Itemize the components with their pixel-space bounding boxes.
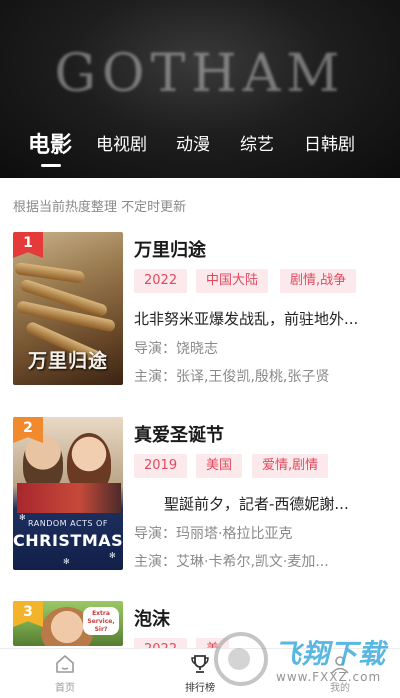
ranking-notice: 根据当前热度整理 不定时更新 (13, 200, 187, 215)
movie-director: 导演：玛丽塔·格拉比亚克 (134, 526, 293, 542)
genre-tag: 爱情,剧情 (252, 454, 329, 478)
snowflake-icon: ✻ (63, 557, 70, 566)
nav-home[interactable]: 首页 (35, 653, 95, 694)
tab-anime[interactable]: 动漫 (176, 130, 210, 155)
movie-card[interactable]: ✻ ✻ ✻ RANDOM ACTS OF CHRISTMAS 2 真爱圣诞节 2… (0, 417, 400, 577)
movie-title[interactable]: 泡沫 (134, 605, 170, 631)
movie-title[interactable]: 万里归途 (134, 236, 206, 262)
nav-home-label: 首页 (55, 683, 75, 694)
nav-mine[interactable]: 我的 (310, 653, 370, 694)
movie-title[interactable]: 真爱圣诞节 (134, 421, 224, 447)
bottom-navigation: 首页 排行榜 我的 (0, 648, 400, 698)
rank-badge: 3 (13, 601, 43, 627)
category-tabs: 电影 电视剧 动漫 综艺 日韩剧 (0, 128, 400, 178)
tab-jk-drama[interactable]: 日韩剧 (304, 130, 355, 155)
poster-subtitle-text: RANDOM ACTS OF (28, 519, 108, 528)
year-tag: 2019 (134, 454, 188, 478)
movie-cast: 主演：艾琳·卡希尔,凯文·麦加... (134, 554, 329, 570)
movie-card[interactable]: 万里归途 1 万里归途 2022 中国大陆 剧情,战争 北非努米亚爆发战乱，前驻… (0, 232, 400, 392)
tab-tv-series[interactable]: 电视剧 (96, 130, 147, 155)
header-banner: GOTHAM 电影 电视剧 动漫 综艺 日韩剧 (0, 0, 400, 178)
region-tag: 美 (196, 638, 230, 648)
poster-caption: Extra Service, Sir? (83, 607, 119, 635)
nav-ranking[interactable]: 排行榜 (170, 653, 230, 694)
movie-poster[interactable]: Extra Service, Sir? 3 (13, 601, 123, 646)
nav-mine-label: 我的 (330, 683, 350, 694)
tab-variety[interactable]: 综艺 (240, 130, 274, 155)
tab-movie[interactable]: 电影 (28, 127, 72, 159)
year-tag: 2022 (134, 269, 188, 293)
snowflake-icon: ✻ (109, 551, 116, 560)
year-tag: 2022 (134, 638, 188, 648)
region-tag: 美国 (196, 454, 243, 478)
poster-title-text: 万里归途 (27, 350, 108, 372)
movie-cast: 主演：张译,王俊凯,殷桃,张子贤 (134, 369, 330, 385)
nav-ranking-label: 排行榜 (185, 683, 215, 694)
rank-badge: 1 (13, 232, 43, 258)
trophy-icon (191, 655, 209, 673)
home-icon (56, 655, 74, 673)
banner-title: GOTHAM (54, 44, 346, 104)
movie-card[interactable]: Extra Service, Sir? 3 泡沫 2022 美 (0, 601, 400, 648)
region-tag: 中国大陆 (196, 269, 269, 293)
user-icon (331, 656, 349, 674)
genre-tag: 剧情,战争 (280, 269, 357, 293)
active-tab-indicator (41, 164, 61, 167)
movie-description: 北非努米亚爆发战乱，前驻地外... (134, 310, 359, 328)
movie-description: 聖誕前夕，記者-西德妮謝... (134, 495, 349, 513)
poster-scene (17, 483, 121, 513)
movie-poster[interactable]: 万里归途 1 (13, 232, 123, 385)
movie-director: 导演：饶晓志 (134, 341, 218, 357)
rank-badge: 2 (13, 417, 43, 443)
movie-poster[interactable]: ✻ ✻ ✻ RANDOM ACTS OF CHRISTMAS 2 (13, 417, 123, 570)
poster-title-text: CHRISTMAS (13, 531, 123, 550)
